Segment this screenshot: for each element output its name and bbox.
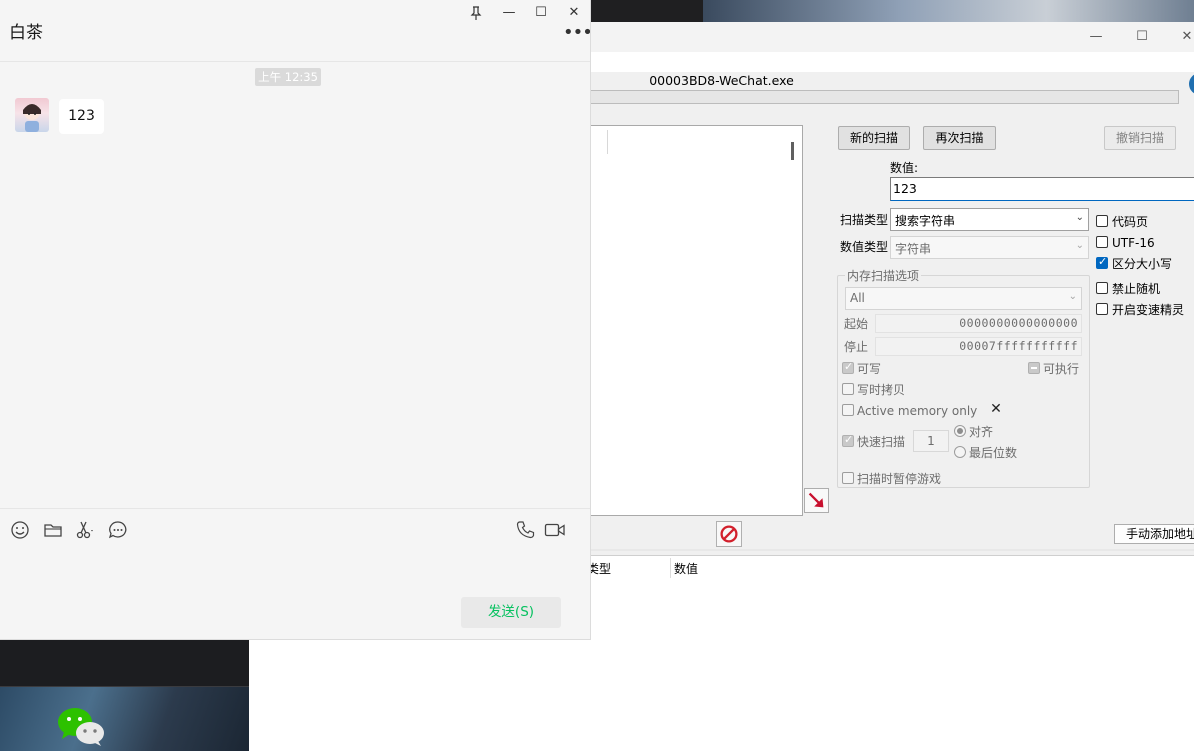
- alignment-label: 对齐: [969, 425, 994, 439]
- executable-option[interactable]: 可执行: [1028, 361, 1088, 377]
- screenshot-scissors-icon[interactable]: [75, 520, 95, 540]
- maximize-button[interactable]: ☐: [530, 4, 552, 22]
- message-timestamp: 上午 12:35: [255, 68, 321, 86]
- send-button[interactable]: 发送(S): [461, 597, 561, 628]
- scan-type-select[interactable]: 搜索字符串 ⌄: [890, 208, 1089, 231]
- column-header-value[interactable]: 数值: [674, 561, 698, 577]
- last-digits-label: 最后位数: [969, 446, 1018, 460]
- chevron-down-icon: ⌄: [1075, 212, 1084, 223]
- value-type-label: 数值类型: [840, 240, 889, 254]
- value-type-value: 字符串: [895, 242, 932, 256]
- last-digits-radio[interactable]: [954, 446, 966, 458]
- copy-on-write-option[interactable]: 写时拷贝: [842, 382, 922, 398]
- writable-label: 可写: [857, 362, 882, 376]
- add-address-manually-button[interactable]: 手动添加地址: [1114, 524, 1194, 544]
- stop-icon[interactable]: [716, 521, 742, 547]
- disable-random-option[interactable]: 禁止随机: [1096, 281, 1194, 297]
- fast-scan-input[interactable]: 1: [913, 430, 949, 452]
- scan-type-label: 扫描类型: [840, 213, 889, 227]
- wechat-logo-icon[interactable]: [56, 706, 106, 746]
- minimize-button[interactable]: —: [498, 4, 520, 22]
- pause-game-label: 扫描时暂停游戏: [857, 472, 942, 486]
- more-options-icon[interactable]: •••: [563, 24, 590, 42]
- codepage-option[interactable]: 代码页: [1096, 214, 1194, 230]
- close-icon[interactable]: ✕: [989, 402, 1003, 416]
- start-address-input[interactable]: 0000000000000000: [875, 314, 1082, 333]
- message-bubble[interactable]: 123: [59, 99, 104, 134]
- disable-random-label: 禁止随机: [1112, 282, 1161, 296]
- fast-scan-label: 快速扫描: [857, 435, 906, 449]
- desktop-wallpaper-bottom: [0, 687, 249, 751]
- voice-call-icon[interactable]: [516, 520, 536, 540]
- start-address-label: 起始: [844, 317, 869, 331]
- wechat-chat-window: 白茶 — ☐ ✕ ••• 上午 12:35 123 发送(S): [0, 0, 591, 640]
- writable-option[interactable]: 可写: [842, 360, 912, 377]
- codepage-label: 代码页: [1112, 215, 1149, 229]
- column-separator: [670, 558, 671, 578]
- executable-checkbox[interactable]: [1028, 362, 1040, 374]
- value-type-select[interactable]: 字符串 ⌄: [890, 236, 1089, 259]
- case-sensitive-option[interactable]: 区分大小写: [1096, 255, 1194, 272]
- chevron-down-icon: ⌄: [1075, 240, 1084, 251]
- utf16-option[interactable]: UTF-16: [1096, 235, 1194, 251]
- chat-history-icon[interactable]: [108, 520, 128, 540]
- input-divider: [0, 508, 590, 509]
- fast-scan-option[interactable]: 快速扫描: [842, 433, 912, 450]
- column-separator: [607, 130, 608, 154]
- stop-address-label: 停止: [844, 340, 869, 354]
- writable-checkbox[interactable]: [842, 360, 854, 374]
- active-memory-only-label: Active memory only: [857, 404, 978, 418]
- scan-type-value: 搜索字符串: [895, 214, 956, 228]
- desktop-wallpaper: [703, 0, 1194, 22]
- speedhack-label: 开启变速精灵: [1112, 303, 1185, 317]
- scan-progress-bar: [589, 90, 1179, 104]
- utf16-label: UTF-16: [1112, 236, 1155, 250]
- maximize-button[interactable]: ☐: [1132, 28, 1152, 46]
- close-button[interactable]: ✕: [563, 4, 585, 22]
- results-scrollbar[interactable]: [791, 142, 794, 160]
- active-memory-only-checkbox[interactable]: [842, 404, 854, 416]
- memory-region-value: All: [850, 291, 865, 305]
- memory-scan-options-title: 内存扫描选项: [845, 267, 922, 284]
- folder-icon[interactable]: [43, 520, 63, 540]
- pause-game-checkbox[interactable]: [842, 472, 854, 484]
- avatar-image: [23, 104, 41, 132]
- alignment-radio[interactable]: [954, 425, 966, 437]
- scan-results-list[interactable]: [589, 125, 803, 516]
- active-memory-only-option[interactable]: Active memory only: [842, 403, 982, 419]
- undo-scan-button[interactable]: 撤销扫描: [1104, 126, 1176, 150]
- case-sensitive-label: 区分大小写: [1112, 257, 1173, 271]
- codepage-checkbox[interactable]: [1096, 215, 1108, 227]
- emoji-icon[interactable]: [10, 520, 30, 540]
- copy-on-write-checkbox[interactable]: [842, 383, 854, 395]
- header-divider: [0, 61, 590, 62]
- memory-region-select[interactable]: All ⌄: [845, 287, 1082, 310]
- video-call-icon[interactable]: [544, 520, 566, 540]
- fast-scan-checkbox[interactable]: [842, 433, 854, 447]
- next-scan-button[interactable]: 再次扫描: [923, 126, 996, 150]
- close-button[interactable]: ✕: [1177, 28, 1194, 46]
- cheat-engine-logo-icon[interactable]: [1186, 70, 1194, 104]
- pin-icon[interactable]: [465, 4, 487, 22]
- executable-label: 可执行: [1043, 362, 1080, 376]
- stop-address-input[interactable]: 00007fffffffffff: [875, 337, 1082, 356]
- disable-random-checkbox[interactable]: [1096, 282, 1108, 294]
- avatar[interactable]: [15, 98, 49, 132]
- copy-on-write-label: 写时拷贝: [857, 383, 906, 397]
- case-sensitive-checkbox[interactable]: [1096, 255, 1108, 269]
- add-to-list-arrow-icon[interactable]: [804, 488, 829, 513]
- chevron-down-icon: ⌄: [1068, 291, 1077, 302]
- speedhack-option[interactable]: 开启变速精灵: [1096, 302, 1194, 318]
- speedhack-checkbox[interactable]: [1096, 303, 1108, 315]
- last-digits-option[interactable]: 最后位数: [954, 445, 1034, 461]
- value-label: 数值:: [890, 161, 919, 175]
- utf16-checkbox[interactable]: [1096, 236, 1108, 248]
- pause-game-option[interactable]: 扫描时暂停游戏: [842, 471, 962, 487]
- value-input[interactable]: 123: [890, 177, 1194, 201]
- alignment-option[interactable]: 对齐: [954, 424, 1024, 440]
- new-scan-button[interactable]: 新的扫描: [838, 126, 910, 150]
- minimize-button[interactable]: —: [1086, 28, 1106, 46]
- contact-name: 白茶: [9, 23, 43, 43]
